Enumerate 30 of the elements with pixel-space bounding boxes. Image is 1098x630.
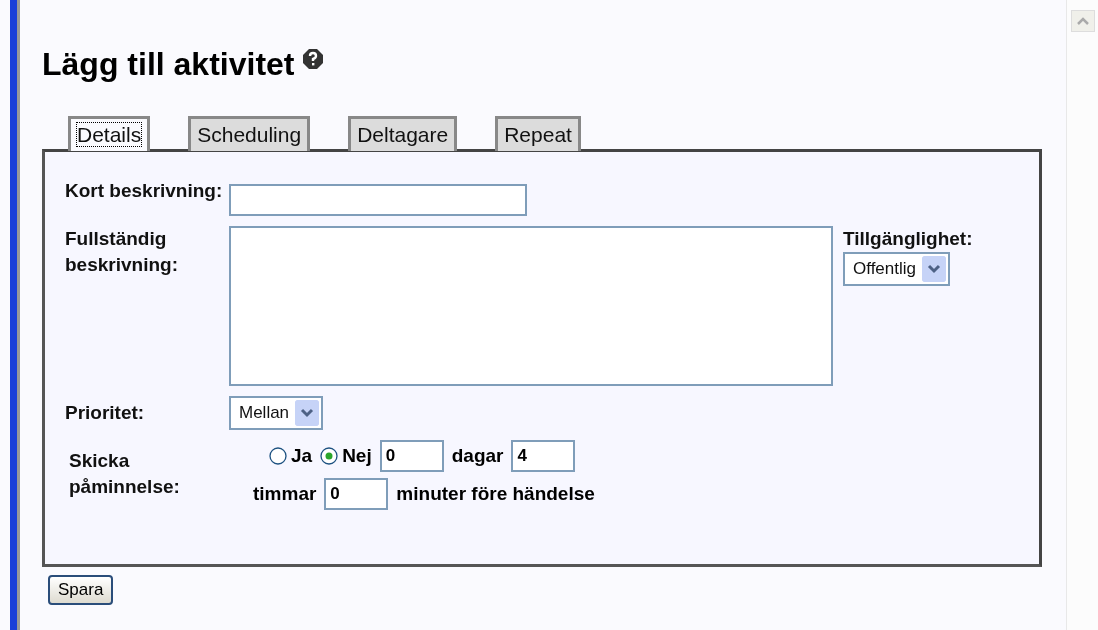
field-label: Prioritet: <box>65 401 146 425</box>
scroll-up-icon[interactable] <box>1070 10 1095 32</box>
help-icon[interactable] <box>302 48 325 70</box>
input-field[interactable]: 0 <box>379 440 444 472</box>
tab[interactable]: Repeat <box>495 116 581 151</box>
scrollbar[interactable] <box>1066 0 1098 630</box>
tab[interactable]: Scheduling <box>188 116 311 151</box>
input-field[interactable] <box>229 184 527 216</box>
page-title: Lägg till aktivitet <box>42 45 295 84</box>
radio-button[interactable] <box>320 447 339 465</box>
dropdown[interactable]: Mellan <box>229 396 324 430</box>
option-label: Ja <box>291 445 313 467</box>
field-label: Tillgänglighet: <box>843 227 974 251</box>
radio-button[interactable] <box>269 447 287 465</box>
input-field[interactable]: 0 <box>324 478 389 510</box>
input-field[interactable]: 4 <box>511 440 576 472</box>
tab[interactable]: Details <box>68 116 151 151</box>
tab[interactable]: Deltagare <box>348 116 458 151</box>
chevron-down-icon <box>922 256 946 282</box>
field-label: Kort beskrivning: <box>65 179 224 203</box>
textarea-field[interactable] <box>229 226 833 386</box>
unit-label: minuter före händelse <box>396 483 595 505</box>
dropdown[interactable]: Offentlig <box>843 252 950 286</box>
chevron-down-icon <box>295 400 320 426</box>
field-label: Fullständig beskrivning: <box>65 227 179 277</box>
option-label: Nej <box>342 445 372 467</box>
save-button[interactable]: Spara <box>48 575 114 605</box>
unit-label: dagar <box>451 445 504 467</box>
unit-label: timmar <box>253 483 317 505</box>
field-label: Skicka påminnelse: <box>68 449 181 499</box>
